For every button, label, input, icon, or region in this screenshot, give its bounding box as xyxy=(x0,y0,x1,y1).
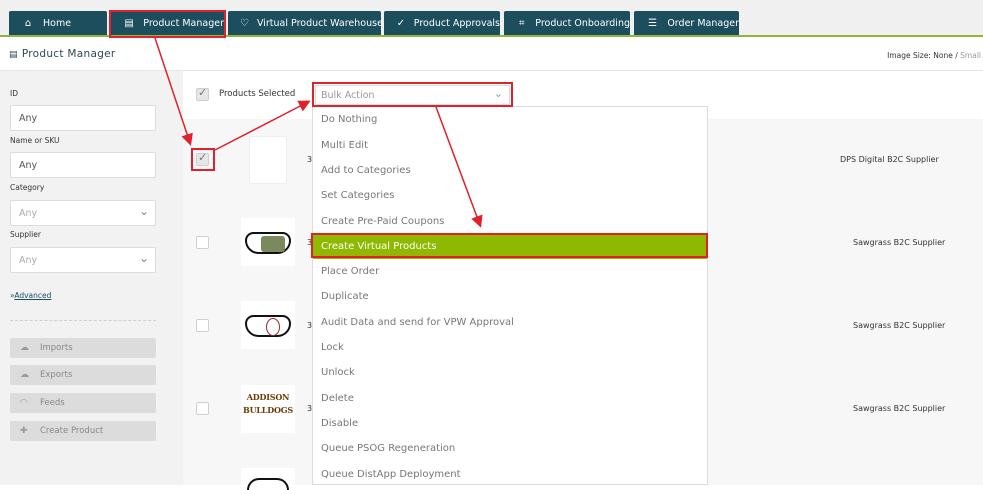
arrow-to-checkbox xyxy=(154,37,193,146)
arrow-to-create-virtual-products xyxy=(435,106,483,228)
arrow-to-bulk-action xyxy=(214,100,311,151)
annotation-arrows xyxy=(154,37,483,228)
